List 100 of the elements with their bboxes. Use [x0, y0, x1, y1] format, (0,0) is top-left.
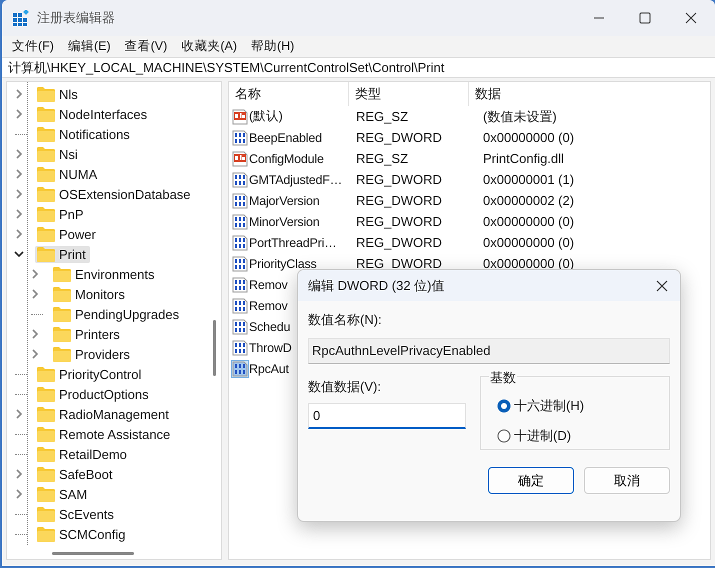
menu-item[interactable]: 编辑(E): [68, 38, 111, 54]
value-name[interactable]: Schedu: [249, 320, 290, 334]
tree-node[interactable]: Print: [35, 246, 90, 262]
radio-icon[interactable]: [497, 399, 511, 413]
expand-chevron-icon[interactable]: [14, 89, 24, 99]
close-icon[interactable]: [685, 12, 697, 24]
expand-chevron-icon[interactable]: [14, 229, 24, 239]
menu-item[interactable]: 文件(F): [12, 38, 54, 54]
dialog-button[interactable]: 确定: [488, 467, 574, 494]
column-header[interactable]: 数据: [469, 82, 710, 106]
column-header[interactable]: 类型: [349, 82, 469, 106]
tree-node[interactable]: NodeInterfaces: [35, 106, 152, 122]
tree-node[interactable]: RetailDemo: [35, 446, 131, 462]
folder-icon: [53, 306, 71, 322]
value-name[interactable]: Remov: [249, 298, 288, 312]
radio-option[interactable]: 十进制(D): [497, 427, 669, 445]
field-label: 数值名称(N):: [308, 311, 383, 329]
expand-chevron-icon[interactable]: [14, 489, 24, 499]
radio-option[interactable]: 十六进制(H): [497, 397, 669, 415]
folder-icon: [37, 106, 55, 122]
tree-node[interactable]: SCMConfig: [35, 526, 130, 542]
scrollbar[interactable]: [52, 552, 134, 555]
tree-node[interactable]: PnP: [35, 206, 88, 222]
tree-node[interactable]: Notifications: [35, 126, 134, 142]
value-name[interactable]: PortThreadPri…: [249, 236, 337, 250]
value-name[interactable]: RpcAut: [249, 362, 289, 376]
expand-chevron-icon[interactable]: [14, 189, 24, 199]
value-type: REG_SZ: [355, 109, 410, 124]
value-data: 0x00000000 (0): [482, 235, 576, 250]
folder-icon: [37, 206, 55, 222]
group-legend: 基数: [489, 369, 517, 387]
column-header[interactable]: 名称: [229, 82, 349, 106]
tree-node[interactable]: Remote Assistance: [35, 426, 174, 442]
value-name[interactable]: PriorityClass: [249, 256, 317, 270]
value-name[interactable]: MinorVersion: [249, 214, 320, 228]
expand-chevron-icon[interactable]: [14, 169, 24, 179]
value-data-field[interactable]: 0: [308, 403, 466, 429]
tree-node[interactable]: Environments: [51, 266, 158, 282]
value-data: 0x00000000 (0): [482, 214, 576, 229]
folder-icon: [37, 146, 55, 162]
value-name-field[interactable]: RpcAuthnLevelPrivacyEnabled: [308, 338, 670, 364]
folder-icon: [37, 506, 55, 522]
scrollbar[interactable]: [213, 320, 216, 376]
expand-chevron-icon[interactable]: [14, 409, 24, 419]
expand-chevron-icon[interactable]: [14, 109, 24, 119]
value-name[interactable]: MajorVersion: [249, 194, 320, 208]
value-data: (数值未设置): [482, 108, 558, 126]
tree-node[interactable]: Nls: [35, 86, 82, 102]
expand-chevron-icon[interactable]: [14, 149, 24, 159]
folder-icon: [37, 486, 55, 502]
tree-node[interactable]: RadioManagement: [35, 406, 173, 422]
tree-node[interactable]: OSExtensionDatabase: [35, 186, 195, 202]
value-type: REG_DWORD: [355, 214, 443, 229]
value-type: REG_DWORD: [355, 130, 443, 145]
tree-node[interactable]: Nsi: [35, 146, 82, 162]
tree-node[interactable]: Power: [35, 226, 100, 242]
value-name[interactable]: BeepEnabled: [249, 130, 322, 144]
maximize-icon[interactable]: [639, 12, 651, 24]
menu-item[interactable]: 收藏夹(A): [181, 38, 237, 54]
address-field[interactable]: 计算机\HKEY_LOCAL_MACHINE\SYSTEM\CurrentControlSet\Control\Print: [2, 57, 715, 78]
registry-icon: [13, 10, 29, 26]
expand-chevron-icon[interactable]: [30, 289, 40, 299]
dialog-title: 编辑 DWORD (32 位)值: [308, 276, 444, 294]
tree-node[interactable]: PriorityControl: [35, 366, 146, 382]
value-type: REG_DWORD: [355, 193, 443, 208]
value-name[interactable]: GMTAdjustedF…: [249, 172, 342, 186]
dialog-button[interactable]: 取消: [584, 467, 670, 494]
window-title: 注册表编辑器: [37, 9, 115, 27]
tree-node[interactable]: SAM: [35, 486, 92, 502]
tree-node[interactable]: ScEvents: [35, 506, 118, 522]
expand-chevron-icon[interactable]: [14, 469, 24, 479]
folder-icon: [37, 526, 55, 542]
value-name[interactable]: Remov: [249, 278, 288, 292]
tree-node[interactable]: ProductOptions: [35, 386, 153, 402]
value-name[interactable]: (默认): [249, 108, 283, 125]
folder-icon: [53, 266, 71, 282]
expand-chevron-icon[interactable]: [14, 209, 24, 219]
folder-icon: [53, 346, 71, 362]
folder-icon: [37, 86, 55, 102]
menu-item[interactable]: 帮助(H): [250, 38, 294, 54]
expand-chevron-icon[interactable]: [30, 329, 40, 339]
expand-chevron-icon[interactable]: [30, 269, 40, 279]
folder-icon: [37, 166, 55, 182]
tree-node[interactable]: Printers: [51, 326, 124, 342]
tree-node[interactable]: NUMA: [35, 166, 102, 182]
folder-icon: [37, 446, 55, 462]
radio-icon[interactable]: [497, 429, 511, 443]
value-type: REG_DWORD: [355, 235, 443, 250]
tree-node[interactable]: Providers: [51, 346, 134, 362]
tree-node[interactable]: Monitors: [51, 286, 129, 302]
value-name[interactable]: ThrowD: [249, 340, 292, 354]
value-name[interactable]: ConfigModule: [249, 152, 324, 166]
expand-chevron-icon[interactable]: [30, 349, 40, 359]
folder-icon: [37, 226, 55, 242]
menu-item[interactable]: 查看(V): [124, 38, 168, 54]
tree-node[interactable]: PendingUpgrades: [51, 306, 184, 322]
collapse-chevron-icon[interactable]: [14, 249, 24, 259]
tree-node[interactable]: SafeBoot: [35, 466, 116, 482]
close-icon[interactable]: [656, 280, 668, 292]
folder-icon: [37, 386, 55, 402]
